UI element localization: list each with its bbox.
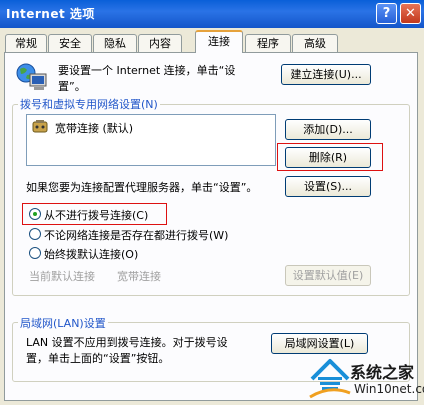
tab-connections[interactable]: 连接 bbox=[195, 30, 243, 53]
connection-icon bbox=[32, 120, 48, 133]
list-item-label: 宽带连接 (默认) bbox=[55, 122, 134, 135]
tab-advanced[interactable]: 高级 bbox=[292, 34, 338, 52]
radio-never-dial-label[interactable]: 从不进行拨号连接(C) bbox=[44, 207, 148, 223]
delete-button[interactable]: 删除(R) bbox=[285, 147, 371, 168]
radio-always-dial-default[interactable] bbox=[29, 247, 41, 259]
close-button[interactable]: ✕ bbox=[400, 3, 421, 24]
watermark: 系统之家 Win10net.com bbox=[308, 355, 424, 405]
current-default-value: 宽带连接 bbox=[117, 270, 161, 283]
radio-dial-when-no-network[interactable] bbox=[29, 228, 41, 240]
watermark-line2: Win10net.com bbox=[354, 382, 424, 396]
tab-general[interactable]: 常规 bbox=[5, 34, 47, 52]
add-button[interactable]: 添加(D)... bbox=[285, 119, 371, 140]
radio-always-dial-default-label[interactable]: 始终拨默认连接(O) bbox=[44, 246, 138, 262]
proxy-text: 如果您要为连接配置代理服务器，单击“设置”。 bbox=[26, 181, 258, 194]
radio-never-dial[interactable] bbox=[29, 208, 41, 220]
watermark-line1: 系统之家 bbox=[350, 363, 415, 382]
radio-dial-when-no-network-label[interactable]: 不论网络连接是否存在都进行拨号(W) bbox=[44, 227, 228, 243]
set-default-button[interactable]: 设置默认值(E) bbox=[285, 265, 371, 286]
help-button[interactable]: ? bbox=[376, 3, 397, 24]
dialup-group-label: 拨号和虚拟专用网络设置(N) bbox=[18, 96, 160, 112]
tab-strip: 常规 安全 隐私 内容 连接 程序 高级 bbox=[0, 28, 424, 54]
settings-button[interactable]: 设置(S)... bbox=[285, 176, 371, 197]
setup-connection-button[interactable]: 建立连接(U)... bbox=[281, 64, 371, 85]
tab-security[interactable]: 安全 bbox=[48, 34, 92, 52]
connection-list[interactable]: 宽带连接 (默认) bbox=[26, 114, 276, 166]
list-item[interactable]: 宽带连接 (默认) bbox=[31, 119, 271, 135]
globe-computer-icon bbox=[16, 63, 47, 90]
tab-privacy[interactable]: 隐私 bbox=[93, 34, 137, 52]
tab-programs[interactable]: 程序 bbox=[245, 34, 291, 52]
house-logo-icon bbox=[309, 359, 351, 399]
current-default-label: 当前默认连接 bbox=[29, 270, 95, 283]
window-title: Internet 选项 bbox=[6, 7, 95, 21]
setup-text-line1: 要设置一个 Internet 连接，单击“设 bbox=[58, 64, 236, 77]
lan-settings-button[interactable]: 局域网设置(L) bbox=[271, 333, 368, 354]
title-bar[interactable]: Internet 选项 ? ✕ bbox=[0, 0, 424, 28]
lan-text-line2: 置，单击上面的“设置”按钮。 bbox=[26, 352, 170, 365]
setup-text-line2: 置”。 bbox=[58, 80, 86, 93]
tab-content[interactable]: 内容 bbox=[138, 34, 182, 52]
radio-selected-dot bbox=[33, 212, 37, 216]
lan-text-line1: LAN 设置不应用到拨号连接。对于拨号设 bbox=[26, 336, 228, 349]
lan-group-label: 局域网(LAN)设置 bbox=[18, 315, 108, 331]
